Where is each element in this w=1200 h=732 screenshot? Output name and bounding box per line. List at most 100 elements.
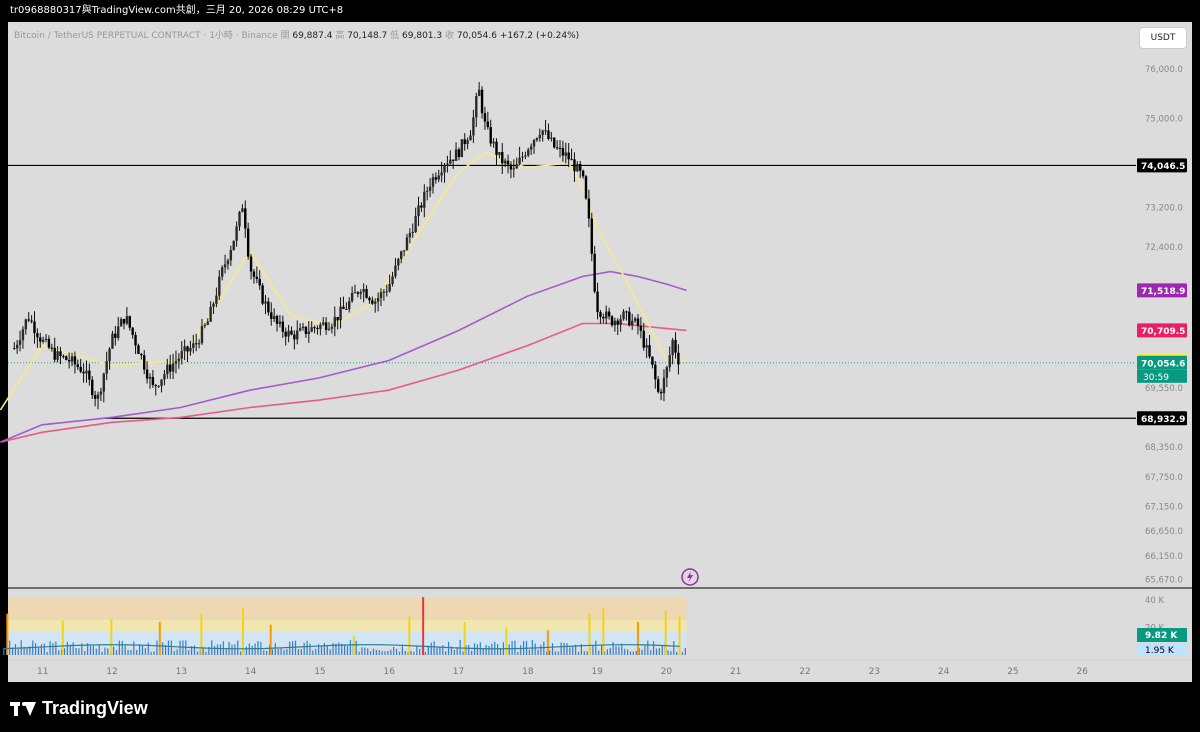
candle-body[interactable]	[475, 96, 478, 118]
candle-body[interactable]	[495, 141, 498, 155]
candle-body[interactable]	[145, 369, 149, 379]
candle-body[interactable]	[656, 379, 660, 392]
candle-body[interactable]	[651, 356, 654, 365]
candle-body[interactable]	[235, 226, 238, 241]
candle-body[interactable]	[625, 311, 628, 313]
candle-body[interactable]	[194, 343, 198, 345]
candle-body[interactable]	[538, 135, 542, 139]
candle-body[interactable]	[96, 394, 100, 399]
candle-body[interactable]	[67, 359, 71, 362]
candle-body[interactable]	[397, 258, 400, 266]
candle-body[interactable]	[232, 240, 235, 251]
candle-body[interactable]	[93, 395, 97, 399]
candle-body[interactable]	[596, 291, 599, 313]
candle-body[interactable]	[576, 163, 579, 172]
candle-body[interactable]	[53, 347, 56, 360]
candle-body[interactable]	[480, 89, 484, 114]
candle-body[interactable]	[255, 276, 259, 279]
candle-body[interactable]	[553, 137, 556, 148]
candle-body[interactable]	[212, 303, 215, 307]
candle-body[interactable]	[13, 348, 16, 350]
candle-body[interactable]	[454, 149, 458, 161]
candle-body[interactable]	[284, 331, 287, 337]
candle-body[interactable]	[498, 152, 501, 155]
candle-body[interactable]	[203, 324, 207, 327]
candle-body[interactable]	[376, 298, 380, 302]
candle-body[interactable]	[327, 328, 331, 330]
candle-body[interactable]	[388, 284, 391, 292]
candle-body[interactable]	[584, 176, 588, 199]
candle-body[interactable]	[440, 172, 443, 176]
candle-body[interactable]	[379, 292, 383, 299]
candle-body[interactable]	[15, 344, 19, 349]
candle-body[interactable]	[65, 356, 68, 360]
candle-body[interactable]	[215, 295, 218, 304]
candle-body[interactable]	[122, 319, 126, 324]
candle-body[interactable]	[489, 127, 492, 144]
candle-body[interactable]	[593, 253, 596, 292]
candle-body[interactable]	[628, 311, 631, 326]
candle-body[interactable]	[180, 351, 183, 359]
candle-body[interactable]	[218, 276, 221, 296]
candle-body[interactable]	[143, 355, 146, 370]
candle-body[interactable]	[558, 147, 562, 149]
candle-body[interactable]	[365, 289, 368, 298]
candle-body[interactable]	[408, 233, 412, 238]
candle-body[interactable]	[192, 343, 195, 348]
candle-body[interactable]	[44, 338, 48, 340]
candle-body[interactable]	[659, 391, 663, 394]
candle-body[interactable]	[561, 147, 565, 156]
candle-body[interactable]	[177, 358, 181, 362]
candle-body[interactable]	[607, 311, 611, 317]
candle-body[interactable]	[622, 311, 625, 320]
candle-body[interactable]	[665, 367, 669, 378]
candle-body[interactable]	[252, 271, 256, 277]
candle-body[interactable]	[275, 316, 279, 324]
candle-body[interactable]	[99, 391, 103, 395]
candle-body[interactable]	[541, 130, 544, 136]
candle-body[interactable]	[333, 316, 336, 327]
candle-body[interactable]	[411, 232, 414, 234]
candle-body[interactable]	[33, 321, 36, 334]
candle-body[interactable]	[423, 191, 426, 208]
candle-body[interactable]	[27, 319, 30, 321]
candle-body[interactable]	[140, 353, 143, 356]
candle-body[interactable]	[677, 352, 680, 365]
candle-body[interactable]	[56, 351, 59, 360]
candle-body[interactable]	[451, 159, 455, 161]
candle-body[interactable]	[648, 345, 651, 357]
candle-body[interactable]	[431, 177, 435, 187]
candle-body[interactable]	[296, 330, 299, 340]
candle-body[interactable]	[602, 316, 605, 319]
candle-body[interactable]	[310, 327, 313, 332]
candle-body[interactable]	[353, 292, 357, 294]
candle-body[interactable]	[183, 346, 186, 352]
candle-body[interactable]	[564, 152, 567, 156]
candle-body[interactable]	[157, 385, 160, 387]
candle-body[interactable]	[238, 212, 241, 227]
candle-body[interactable]	[160, 379, 163, 386]
candle-body[interactable]	[174, 361, 178, 364]
candle-body[interactable]	[47, 338, 51, 348]
candle-body[interactable]	[345, 308, 348, 310]
candle-body[interactable]	[579, 163, 582, 171]
candle-body[interactable]	[154, 384, 157, 386]
candle-body[interactable]	[581, 170, 585, 177]
candle-body[interactable]	[244, 208, 247, 229]
candle-body[interactable]	[85, 370, 88, 374]
candle-body[interactable]	[348, 301, 351, 310]
candle-body[interactable]	[169, 364, 172, 372]
candle-body[interactable]	[457, 149, 461, 158]
candle-body[interactable]	[59, 351, 62, 356]
candle-body[interactable]	[148, 376, 152, 379]
candle-body[interactable]	[290, 330, 293, 335]
candle-body[interactable]	[151, 376, 155, 385]
candle-body[interactable]	[521, 156, 524, 158]
candle-body[interactable]	[134, 334, 137, 346]
candle-body[interactable]	[492, 141, 495, 144]
candle-body[interactable]	[501, 152, 504, 164]
candle-body[interactable]	[371, 300, 374, 304]
candle-body[interactable]	[21, 329, 25, 341]
candle-body[interactable]	[382, 291, 386, 293]
candle-body[interactable]	[590, 218, 593, 254]
